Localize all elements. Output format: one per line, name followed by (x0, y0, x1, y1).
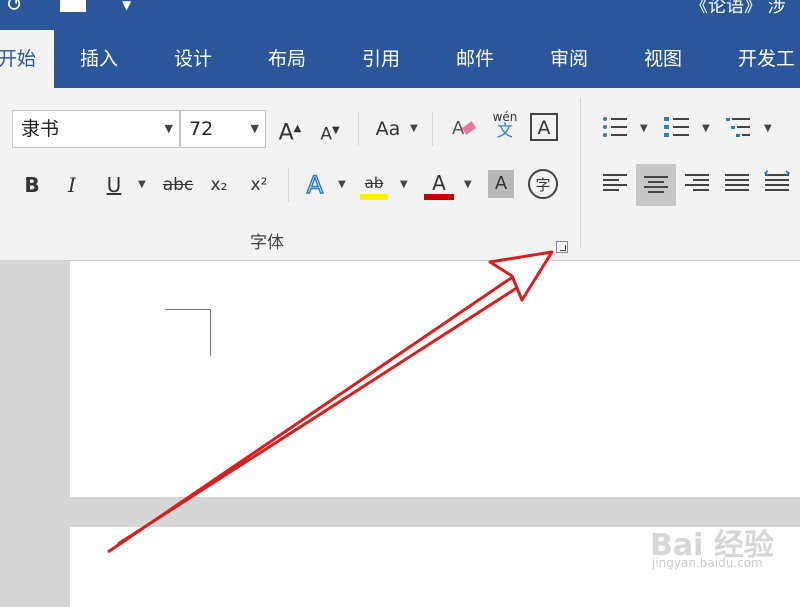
annotation-arrow (107, 250, 554, 554)
annotation-arrow-shape (107, 250, 554, 554)
watermark-url: jingyan.baidu.com (652, 556, 763, 570)
